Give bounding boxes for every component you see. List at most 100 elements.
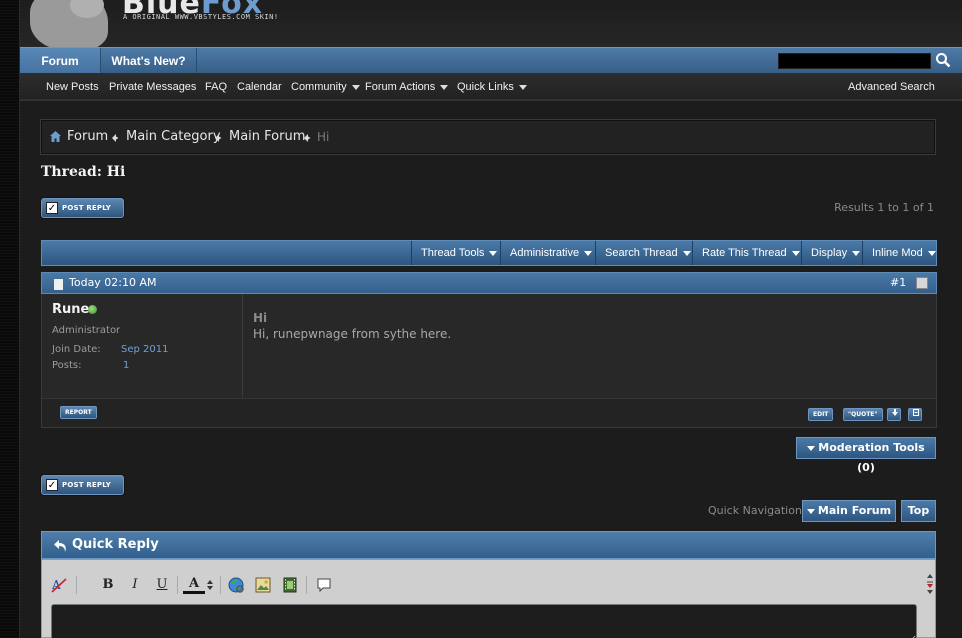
nav-new-posts-label: New Posts (46, 81, 99, 93)
display-label: Display (811, 247, 848, 259)
administrative-menu[interactable]: Administrative (500, 241, 593, 265)
bold-button[interactable]: B (99, 576, 117, 594)
toolbar-separator (177, 576, 178, 594)
breadcrumb-main-forum[interactable]: Main Forum (229, 120, 305, 154)
checkmark-icon: ✓ (46, 202, 58, 214)
post-number-link[interactable]: #1 (890, 273, 906, 293)
post-title: Hi (253, 311, 268, 325)
thread-tools-label: Thread Tools (421, 247, 485, 259)
post: Rune Administrator Join Date: Sep 2011 P… (41, 294, 937, 428)
thread-tools-menu[interactable]: Thread Tools (411, 241, 498, 265)
quick-reply-header: Quick Reply (41, 531, 936, 559)
site-header: BlueFox A ORIGINAL WWW.VBSTYLES.COM SKIN… (20, 0, 962, 47)
nav-calendar-label: Calendar (237, 81, 282, 93)
top-button[interactable]: Top (901, 500, 936, 522)
edit-button[interactable]: EDIT (808, 408, 834, 421)
post-header: Today 02:10 AM #1 (41, 272, 937, 294)
posts-label: Posts: (52, 360, 82, 371)
username[interactable]: Rune (52, 302, 89, 317)
multi-quote-button[interactable] (887, 408, 901, 421)
breadcrumb-current: Hi (317, 130, 330, 144)
underline-button[interactable]: U (153, 576, 171, 594)
quote-button[interactable]: "QUOTE" (843, 408, 883, 421)
nav-quick-links[interactable]: Quick Links (457, 73, 527, 101)
search-icon[interactable] (935, 52, 951, 68)
arrow-down-icon (892, 409, 898, 416)
toolbar-separator (76, 576, 77, 594)
message-textarea[interactable] (51, 604, 917, 638)
post-reply-label: POST REPLY (62, 481, 112, 489)
nav-advanced-search[interactable]: Advanced Search (848, 73, 935, 101)
insert-quote-icon[interactable] (315, 576, 333, 594)
nav-new-posts[interactable]: New Posts (46, 73, 99, 101)
breadcrumb-arrow-icon (112, 134, 119, 142)
chevron-down-icon (682, 250, 691, 256)
nav-private-messages[interactable]: Private Messages (109, 73, 196, 101)
breadcrumb-arrow-icon (215, 134, 222, 142)
breadcrumb-arrow-icon (304, 134, 311, 142)
tab-whats-new[interactable]: What's New? (101, 48, 197, 74)
quick-reply-title: Quick Reply (72, 537, 159, 552)
nav-faq[interactable]: FAQ (205, 73, 227, 101)
editor-resize-icon[interactable] (926, 574, 934, 596)
join-date-label: Join Date: (52, 344, 101, 355)
nav-private-messages-label: Private Messages (109, 81, 197, 93)
breadcrumb-forum[interactable]: Forum (67, 120, 108, 154)
report-button[interactable]: REPORT (60, 406, 97, 419)
thread-toolbar: Thread Tools Administrative Search Threa… (41, 240, 937, 266)
inline-mod-menu[interactable]: Inline Mod (862, 241, 936, 265)
results-count: Results 1 to 1 of 1 (834, 201, 934, 214)
nav-community-label: Community (291, 81, 347, 93)
post-select-checkbox[interactable] (916, 277, 928, 289)
page-wrapper: BlueFox A ORIGINAL WWW.VBSTYLES.COM SKIN… (19, 0, 962, 638)
nav-forum-actions[interactable]: Forum Actions (365, 73, 449, 101)
breadcrumb: Forum Main Category Main Forum Hi (40, 119, 936, 155)
posts-value: 1 (123, 360, 130, 371)
toolbar-separator (306, 576, 307, 594)
moderation-tools-button[interactable]: Moderation Tools (0) (796, 437, 936, 474)
quick-reply-button[interactable] (908, 408, 922, 421)
page-title: Thread: Hi (41, 164, 126, 180)
chevron-down-icon (489, 250, 498, 256)
reply-arrow-icon (54, 540, 66, 552)
checkmark-icon: ✓ (46, 479, 58, 491)
home-icon[interactable] (49, 130, 62, 143)
chevron-down-icon (584, 250, 593, 256)
insert-image-icon[interactable] (254, 576, 272, 594)
search-thread-menu[interactable]: Search Thread (595, 241, 691, 265)
post-footer: REPORT EDIT "QUOTE" (42, 398, 936, 427)
chevron-down-icon (852, 250, 861, 256)
post-reply-label: POST REPLY (62, 204, 112, 212)
display-menu[interactable]: Display (801, 241, 861, 265)
user-info-panel: Rune Administrator Join Date: Sep 2011 P… (42, 294, 243, 398)
rate-thread-menu[interactable]: Rate This Thread (692, 241, 800, 265)
font-color-button[interactable]: A (183, 576, 205, 594)
tab-forum[interactable]: Forum (20, 48, 101, 74)
search-input[interactable] (778, 53, 931, 69)
rate-thread-label: Rate This Thread (702, 247, 787, 259)
inline-mod-label: Inline Mod (872, 247, 923, 259)
breadcrumb-main-category[interactable]: Main Category (126, 120, 221, 154)
logo-subtitle: A ORIGINAL WWW.VBSTYLES.COM SKIN! (123, 13, 279, 21)
post-reply-button-bottom[interactable]: ✓ POST REPLY (41, 475, 124, 495)
italic-button[interactable]: I (126, 576, 144, 594)
quick-nav-forum-label: Main Forum (817, 504, 892, 517)
nav-quick-links-label: Quick Links (457, 81, 514, 93)
quick-reply-editor: A B I U A (41, 559, 936, 638)
remove-format-icon[interactable]: A (50, 576, 68, 594)
nav-forum-actions-label: Forum Actions (365, 81, 436, 93)
insert-link-icon[interactable] (227, 576, 245, 594)
insert-video-icon[interactable] (281, 576, 299, 594)
toolbar-separator (220, 576, 221, 594)
chevron-down-icon (807, 445, 816, 451)
user-title: Administrator (52, 325, 121, 336)
nav-calendar[interactable]: Calendar (237, 73, 282, 101)
quick-nav-forum-button[interactable]: Main Forum (802, 500, 896, 522)
nav-community[interactable]: Community (291, 73, 360, 101)
font-color-dropdown-icon[interactable] (207, 580, 213, 590)
search-thread-label: Search Thread (605, 247, 678, 259)
chevron-down-icon (440, 84, 449, 90)
chevron-down-icon (351, 84, 360, 90)
post-message: Hi, runepwnage from sythe here. (253, 327, 452, 341)
post-reply-button[interactable]: ✓ POST REPLY (41, 198, 124, 218)
